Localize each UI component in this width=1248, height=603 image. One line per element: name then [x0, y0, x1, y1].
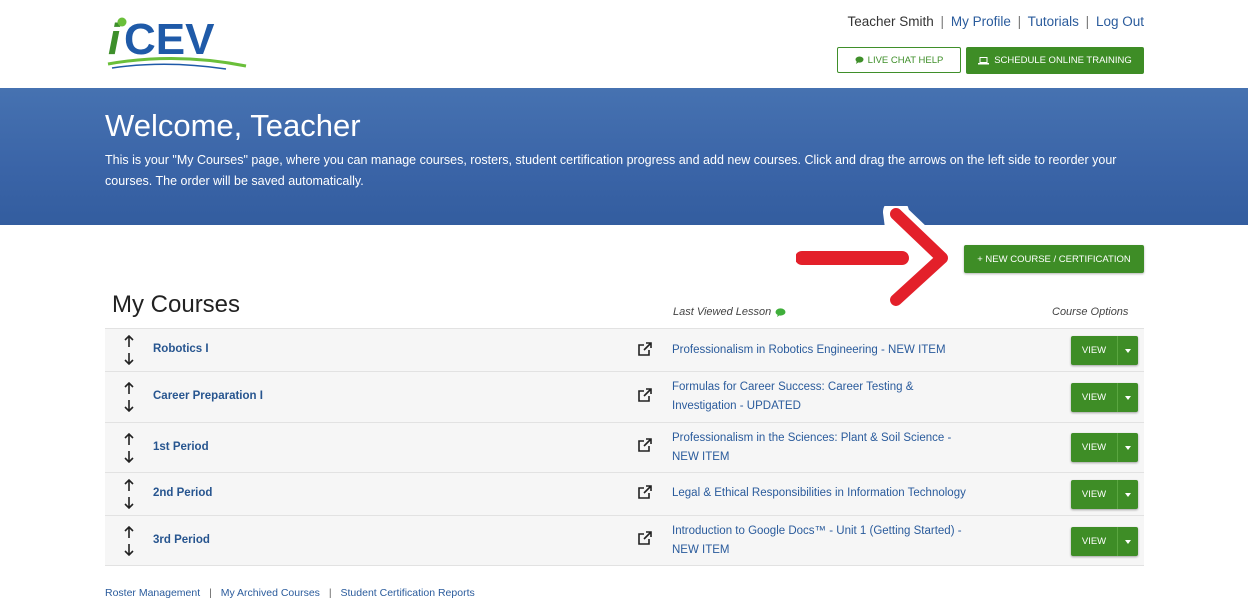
view-button-group[interactable]: VIEW	[1071, 480, 1138, 509]
new-course-certification-button[interactable]: + NEW COURSE / CERTIFICATION	[964, 245, 1144, 273]
lesson-line[interactable]: Investigation - UPDATED	[672, 400, 801, 412]
welcome-banner: Welcome, Teacher This is your "My Course…	[0, 88, 1248, 225]
course-name-link[interactable]: 3rd Period	[153, 534, 210, 546]
schedule-online-training-button[interactable]: SCHEDULE ONLINE TRAINING	[966, 47, 1144, 74]
schedule-online-training-label: SCHEDULE ONLINE TRAINING	[994, 55, 1132, 66]
caret-down-icon[interactable]	[1117, 527, 1138, 556]
last-viewed-lesson-header: Last Viewed Lesson	[673, 306, 786, 318]
lesson-line[interactable]: Professionalism in the Sciences: Plant &…	[672, 432, 951, 444]
my-archived-courses-link[interactable]: My Archived Courses	[221, 587, 320, 599]
view-button[interactable]: VIEW	[1071, 527, 1117, 556]
courses-table: Robotics I Professionalism in Robotics E…	[105, 328, 1144, 566]
student-certification-reports-link[interactable]: Student Certification Reports	[341, 587, 475, 599]
external-link-icon[interactable]	[637, 387, 653, 403]
last-viewed-lesson-link[interactable]: Legal & Ethical Responsibilities in Info…	[672, 484, 992, 503]
course-name-link[interactable]: 2nd Period	[153, 487, 212, 499]
view-button-group[interactable]: VIEW	[1071, 433, 1138, 462]
last-viewed-lesson-link[interactable]: Introduction to Google Docs™ - Unit 1 (G…	[672, 522, 982, 560]
external-link-icon[interactable]	[637, 530, 653, 546]
course-options-header: Course Options	[1052, 306, 1129, 318]
lesson-line[interactable]: Professionalism in Robotics Engineering …	[672, 344, 946, 356]
caret-down-icon[interactable]	[1117, 433, 1138, 462]
caret-down-icon[interactable]	[1117, 336, 1138, 365]
table-row: 1st Period Professionalism in the Scienc…	[105, 422, 1144, 472]
view-button-group[interactable]: VIEW	[1071, 527, 1138, 556]
user-name: Teacher Smith	[847, 14, 934, 29]
lesson-line[interactable]: Legal & Ethical Responsibilities in Info…	[672, 487, 966, 499]
separator: |	[328, 587, 332, 599]
red-arrow-annotation	[796, 206, 954, 306]
last-viewed-lesson-link[interactable]: Professionalism in the Sciences: Plant &…	[672, 429, 982, 467]
caret-down-icon[interactable]	[1117, 383, 1138, 412]
tutorials-link[interactable]: Tutorials	[1028, 14, 1079, 29]
my-profile-link[interactable]: My Profile	[951, 14, 1011, 29]
table-row: 3rd Period Introduction to Google Docs™ …	[105, 515, 1144, 566]
chat-bubble-icon	[855, 56, 864, 64]
view-button-group[interactable]: VIEW	[1071, 383, 1138, 412]
account-links: Teacher Smith | My Profile | Tutorials |…	[847, 14, 1144, 29]
external-link-icon[interactable]	[637, 341, 653, 357]
svg-text:CEV: CEV	[124, 15, 215, 64]
course-name-link[interactable]: Robotics I	[153, 343, 209, 355]
chat-bubble-icon	[775, 307, 786, 317]
roster-management-link[interactable]: Roster Management	[105, 587, 200, 599]
log-out-link[interactable]: Log Out	[1096, 14, 1144, 29]
separator: |	[940, 14, 945, 29]
table-row: 2nd Period Legal & Ethical Responsibilit…	[105, 472, 1144, 515]
table-row: Career Preparation I Formulas for Career…	[105, 371, 1144, 422]
separator: |	[1017, 14, 1022, 29]
external-link-icon[interactable]	[637, 484, 653, 500]
my-courses-title: My Courses	[112, 291, 241, 318]
icev-logo[interactable]: i CEV	[106, 14, 258, 72]
table-row: Robotics I Professionalism in Robotics E…	[105, 328, 1144, 371]
course-name-link[interactable]: Career Preparation I	[153, 390, 263, 402]
view-button[interactable]: VIEW	[1071, 433, 1117, 462]
view-button-group[interactable]: VIEW	[1071, 336, 1138, 365]
live-chat-help-button[interactable]: LIVE CHAT HELP	[837, 47, 961, 73]
laptop-icon	[978, 56, 990, 64]
lesson-line[interactable]: Introduction to Google Docs™ - Unit 1 (G…	[672, 525, 962, 537]
welcome-description: This is your "My Courses" page, where yo…	[105, 153, 1117, 188]
welcome-title: Welcome, Teacher	[105, 108, 361, 143]
up-down-arrows-icon[interactable]	[123, 526, 135, 556]
lesson-line[interactable]: NEW ITEM	[672, 451, 730, 463]
view-button[interactable]: VIEW	[1071, 480, 1117, 509]
view-button[interactable]: VIEW	[1071, 383, 1117, 412]
lesson-line[interactable]: NEW ITEM	[672, 544, 730, 556]
up-down-arrows-icon[interactable]	[123, 433, 135, 463]
live-chat-help-label: LIVE CHAT HELP	[867, 54, 944, 66]
top-header: i CEV Teacher Smith | My Profile | Tutor…	[0, 0, 1248, 88]
last-viewed-lesson-label: Last Viewed Lesson	[673, 306, 772, 318]
last-viewed-lesson-link[interactable]: Formulas for Career Success: Career Test…	[672, 378, 982, 416]
caret-down-icon[interactable]	[1117, 480, 1138, 509]
footer-links: Roster Management | My Archived Courses …	[105, 587, 475, 599]
separator: |	[209, 587, 212, 599]
last-viewed-lesson-link[interactable]: Professionalism in Robotics Engineering …	[672, 341, 982, 360]
view-button[interactable]: VIEW	[1071, 336, 1117, 365]
up-down-arrows-icon[interactable]	[123, 335, 135, 365]
up-down-arrows-icon[interactable]	[123, 479, 135, 509]
course-name-link[interactable]: 1st Period	[153, 441, 209, 453]
separator: |	[1085, 14, 1090, 29]
lesson-line[interactable]: Formulas for Career Success: Career Test…	[672, 381, 913, 393]
up-down-arrows-icon[interactable]	[123, 382, 135, 412]
external-link-icon[interactable]	[637, 437, 653, 453]
